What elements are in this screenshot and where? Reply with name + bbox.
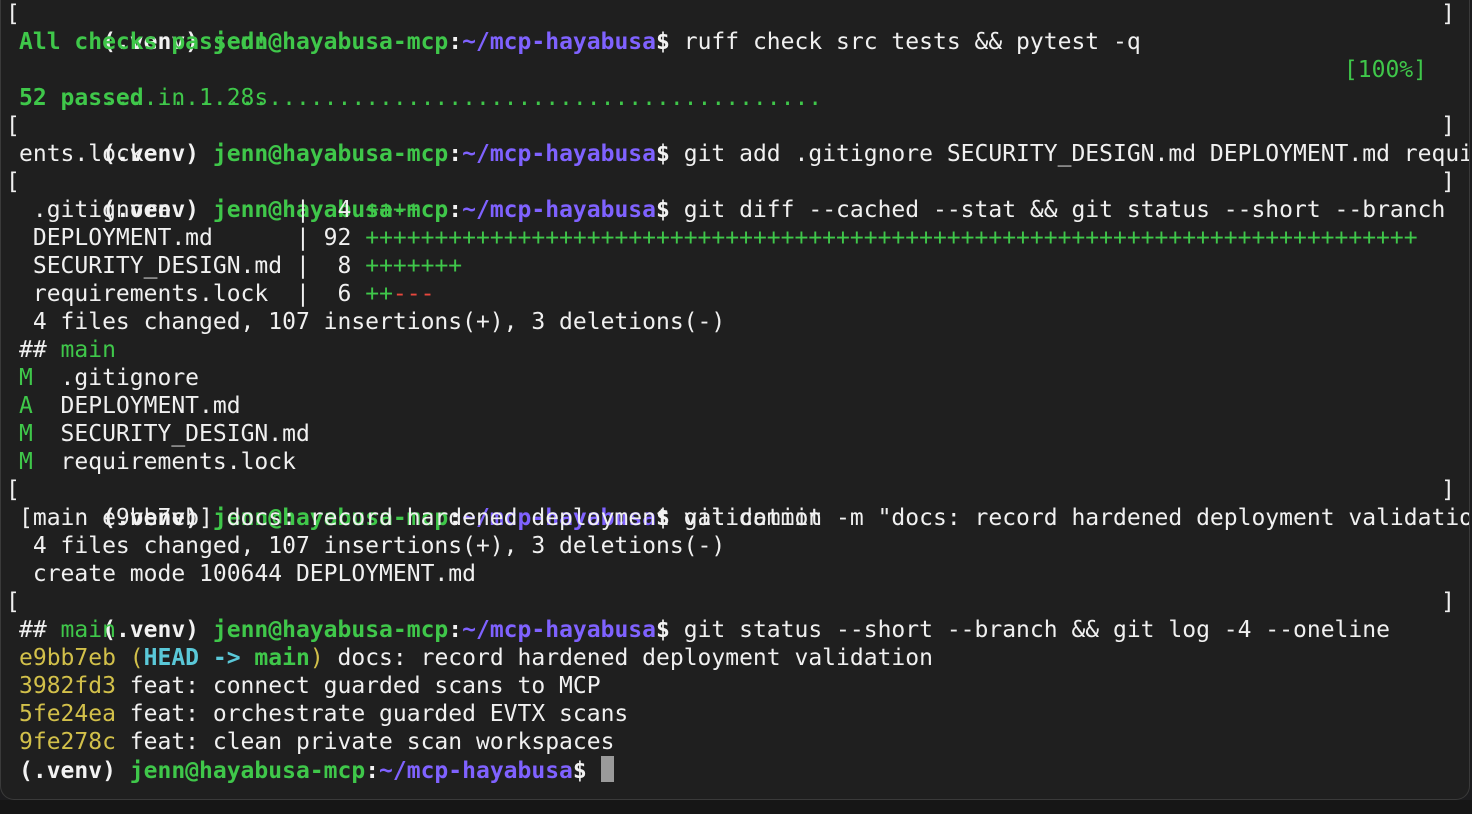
ref-close: ): [309, 645, 324, 671]
diffstat-sep: |: [295, 253, 338, 279]
pytest-summary: 52 passed in 1.28s: [19, 84, 1455, 112]
diffstat-plus: ++++: [365, 197, 421, 223]
commit-message: feat: clean private scan workspaces: [115, 729, 615, 755]
mark-left: [: [6, 477, 20, 503]
status-code: M: [19, 421, 33, 447]
diffstat-row: .gitignore | 4 ++++: [19, 196, 1455, 224]
status-file: .gitignore: [32, 365, 200, 391]
terminal-output[interactable]: [ (.venv) jenn@hayabusa-mcp:~/mcp-hayabus…: [6, 0, 1469, 784]
commit-message: feat: orchestrate guarded EVTX scans: [115, 701, 629, 727]
branch-line: ## main: [19, 616, 1455, 644]
prompt-line: [(.venv) jenn@hayabusa-mcp:~/mcp-hayabus…: [6, 0, 1455, 55]
ruff-result: All checks passed!: [19, 29, 269, 55]
status-row: M .gitignore: [19, 364, 1455, 392]
diff-summary: 4 files changed, 107 insertions(+), 3 de…: [19, 309, 726, 335]
diffstat-count: 92: [323, 225, 352, 251]
terminal-window[interactable]: [ (.venv) jenn@hayabusa-mcp:~/mcp-hayabus…: [0, 0, 1470, 800]
log-row: 5fe24ea feat: orchestrate guarded EVTX s…: [19, 700, 1455, 728]
prompt-line: [(.venv) jenn@hayabusa-mcp:~/mcp-hayabus…: [6, 476, 1469, 531]
ref-branch: main: [254, 645, 310, 671]
branch-name: main: [60, 617, 116, 643]
mark-right: ]: [1441, 477, 1455, 503]
text-cursor[interactable]: [600, 756, 614, 782]
mark-left: [: [6, 169, 20, 195]
active-prompt-line[interactable]: (.venv) jenn@hayabusa-mcp:~/mcp-hayabusa…: [19, 756, 1455, 784]
diffstat-count: 6: [337, 281, 352, 307]
log-row: 9fe278c feat: clean private scan workspa…: [19, 728, 1455, 756]
ref-head: HEAD ->: [143, 645, 255, 671]
ref-open: (: [115, 645, 144, 671]
branch-prefix: ##: [19, 337, 61, 363]
mark-left: [: [6, 113, 20, 139]
mark-right: ]: [1441, 169, 1455, 195]
prompt-line: [(.venv) jenn@hayabusa-mcp:~/mcp-hayabus…: [6, 112, 1469, 167]
diffstat-file: .gitignore: [19, 197, 296, 223]
prompt-user-host: jenn@hayabusa-mcp: [129, 758, 366, 784]
desktop-edge: [0, 800, 1472, 814]
mark-right: ]: [1441, 1, 1455, 27]
diffstat-plus: +++++++: [365, 253, 463, 279]
diffstat-sep: |: [295, 225, 324, 251]
progress-percent: [100%]: [1343, 57, 1427, 83]
status-file: DEPLOYMENT.md: [32, 393, 241, 419]
prompt-colon: :: [365, 758, 380, 784]
commit-hash: e9bb7eb: [19, 645, 116, 671]
diffstat-row: requirements.lock | 6 ++---: [19, 280, 1455, 308]
commit-summary: 4 files changed, 107 insertions(+), 3 de…: [19, 533, 726, 559]
status-code: A: [19, 393, 33, 419]
status-file: SECURITY_DESIGN.md: [32, 421, 310, 447]
diffstat-file: SECURITY_DESIGN.md: [19, 253, 296, 279]
diffstat-sep: |: [295, 281, 338, 307]
mark-left: [: [6, 589, 20, 615]
commit-header: [main e9bb7eb] docs: record hardened dep…: [19, 505, 823, 531]
diffstat-plus: ++++++++++++++++++++++++++++++++++++++++…: [365, 225, 1418, 251]
diffstat-row: DEPLOYMENT.md | 92 +++++++++++++++++++++…: [19, 224, 1455, 252]
branch-prefix: ##: [19, 617, 61, 643]
diffstat-minus: ---: [392, 281, 435, 307]
prompt-venv: (.venv): [19, 758, 130, 784]
status-code: M: [19, 365, 33, 391]
prompt-path: ~/mcp-hayabusa: [379, 758, 573, 784]
diffstat-sep: |: [295, 197, 338, 223]
log-row: 3982fd3 feat: connect guarded scans to M…: [19, 672, 1455, 700]
status-row: M SECURITY_DESIGN.md: [19, 420, 1455, 448]
diffstat-plus: ++: [365, 281, 393, 307]
passed-count: 52 passed: [19, 85, 144, 111]
diffstat-file: requirements.lock: [19, 281, 296, 307]
command-wrap: ents.lock: [19, 141, 144, 167]
diffstat-file: DEPLOYMENT.md: [19, 225, 296, 251]
prompt-dollar: $: [572, 758, 601, 784]
diffstat-row: SECURITY_DESIGN.md | 8 +++++++: [19, 252, 1455, 280]
mark-left: [: [6, 1, 20, 27]
mark-right: ]: [1441, 113, 1455, 139]
mark-right: ]: [1441, 589, 1455, 615]
branch-line: ## main: [19, 336, 1455, 364]
prompt-line: [(.venv) jenn@hayabusa-mcp:~/mcp-hayabus…: [6, 588, 1455, 643]
status-row: A DEPLOYMENT.md: [19, 392, 1455, 420]
commit-hash: 5fe24ea: [19, 701, 116, 727]
branch-name: main: [60, 337, 116, 363]
commit-message: docs: record hardened deployment validat…: [323, 645, 933, 671]
commit-hash: 3982fd3: [19, 673, 116, 699]
commit-hash: 9fe278c: [19, 729, 116, 755]
passed-time: in 1.28s: [143, 85, 269, 111]
prompt-line: [(.venv) jenn@hayabusa-mcp:~/mcp-hayabus…: [6, 168, 1455, 223]
log-row: e9bb7eb (HEAD -> main) docs: record hard…: [19, 644, 1455, 672]
diffstat-count: 8: [337, 253, 352, 279]
pytest-progress: ........................................…: [19, 56, 1455, 111]
commit-message: feat: connect guarded scans to MCP: [115, 673, 601, 699]
status-file: requirements.lock: [32, 449, 296, 475]
status-code: M: [19, 449, 33, 475]
diffstat-count: 4: [337, 197, 352, 223]
status-row: M requirements.lock: [19, 448, 1455, 476]
commit-create: create mode 100644 DEPLOYMENT.md: [19, 561, 476, 587]
